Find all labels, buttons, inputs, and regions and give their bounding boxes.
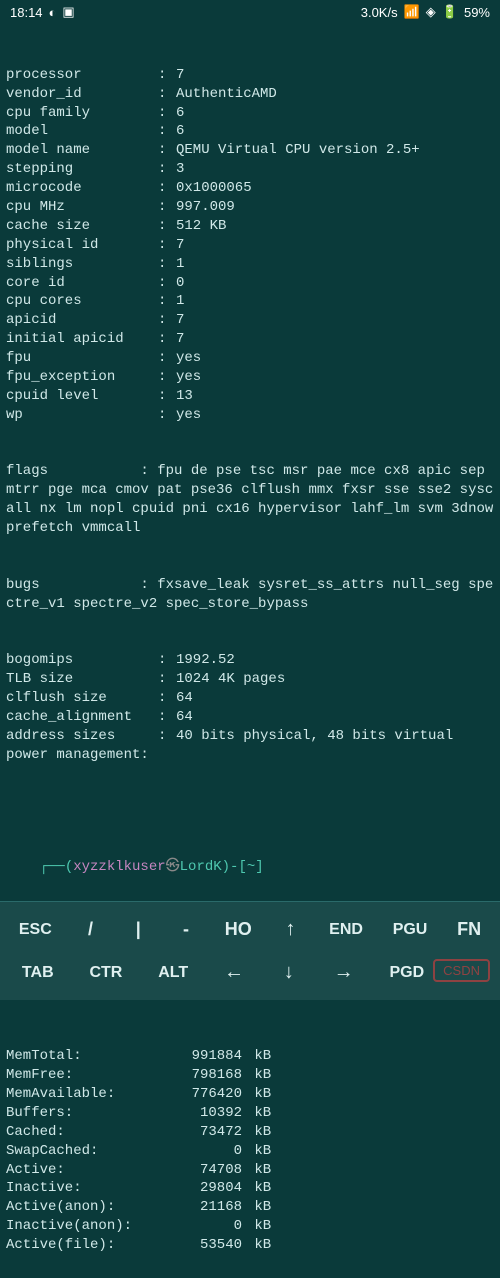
prompt-line: ┌──(xyzzklkuser㉿LordK)-[~]: [6, 839, 494, 896]
kb-key-|[interactable]: |: [123, 915, 153, 944]
kb-key-alt[interactable]: ALT: [152, 960, 194, 986]
signal-icon: 📶: [404, 4, 420, 20]
battery-pct: 59%: [464, 5, 490, 20]
meminfo-row: Inactive(anon):0 kB: [6, 1217, 494, 1236]
cpuinfo-row: microcode: 0x1000065: [6, 179, 494, 198]
soft-keyboard: ESC / |-HO ↑ END PGU FN TAB CTR ALT ← ↓ → PGD: [0, 901, 500, 1000]
terminal-output[interactable]: processor: 7vendor_id: AuthenticAMDcpu f…: [0, 24, 500, 1278]
meminfo-row: MemAvailable:776420 kB: [6, 1085, 494, 1104]
cpuinfo-row: clflush size: 64: [6, 689, 494, 708]
cpuinfo-row: fpu: yes: [6, 349, 494, 368]
kb-key-↑[interactable]: ↑: [275, 914, 305, 945]
cpuinfo-row: cpu cores: 1: [6, 292, 494, 311]
meminfo-row: MemFree:798168 kB: [6, 1066, 494, 1085]
flags-row: flags : fpu de pse tsc msr pae mce cx8 a…: [6, 462, 494, 538]
meminfo-row: Buffers:10392 kB: [6, 1104, 494, 1123]
kb-key-ctr[interactable]: CTR: [83, 960, 128, 986]
cpuinfo-row: cpu family: 6: [6, 104, 494, 123]
kb-key-↓[interactable]: ↓: [274, 957, 304, 988]
status-icon-2: ▣: [62, 4, 74, 20]
cpuinfo-row: vendor_id: AuthenticAMD: [6, 85, 494, 104]
cpuinfo-row: cache size: 512 KB: [6, 217, 494, 236]
status-time: 18:14: [10, 5, 43, 20]
kb-key-ho[interactable]: HO: [219, 915, 258, 944]
meminfo-row: SwapCached:0 kB: [6, 1142, 494, 1161]
kb-key--[interactable]: -: [171, 915, 201, 944]
meminfo-row: Active(anon):21168 kB: [6, 1198, 494, 1217]
cpuinfo-row: cpuid level: 13: [6, 387, 494, 406]
meminfo-row: MemTotal:991884 kB: [6, 1047, 494, 1066]
cpuinfo-row: model: 6: [6, 122, 494, 141]
cpuinfo-row: bogomips: 1992.52: [6, 651, 494, 670]
kb-key-pgu[interactable]: PGU: [387, 917, 434, 943]
kb-key-end[interactable]: END: [323, 917, 369, 943]
battery-icon: 🔋: [442, 4, 458, 20]
kb-key-fn[interactable]: FN: [451, 915, 487, 944]
net-speed: 3.0K/s: [361, 5, 398, 20]
cpuinfo-row: fpu_exception: yes: [6, 368, 494, 387]
cpuinfo-row: apicid: 7: [6, 311, 494, 330]
cpuinfo-row: cpu MHz: 997.009: [6, 198, 494, 217]
meminfo-row: Inactive:29804 kB: [6, 1179, 494, 1198]
meminfo-row: Cached:73472 kB: [6, 1123, 494, 1142]
status-icon-1: ◐: [49, 5, 57, 20]
kb-key-esc[interactable]: ESC: [13, 917, 58, 943]
cpuinfo-row: TLB size: 1024 4K pages: [6, 670, 494, 689]
kb-key-tab[interactable]: TAB: [16, 960, 60, 986]
kb-key-→[interactable]: →: [328, 957, 360, 988]
kb-key-pgd[interactable]: PGD: [384, 960, 431, 986]
cpuinfo-row: physical id: 7: [6, 236, 494, 255]
cpuinfo-row: stepping: 3: [6, 160, 494, 179]
kb-key-←[interactable]: ←: [218, 957, 250, 988]
watermark: CSDN: [433, 959, 490, 982]
cpuinfo-row: wp: yes: [6, 406, 494, 425]
meminfo-row: Active:74708 kB: [6, 1161, 494, 1180]
cpuinfo-row: power management:: [6, 746, 494, 765]
cpuinfo-row: address sizes: 40 bits physical, 48 bits…: [6, 727, 494, 746]
cpuinfo-row: cache_alignment: 64: [6, 708, 494, 727]
cpuinfo-row: siblings: 1: [6, 255, 494, 274]
cpuinfo-row: core id: 0: [6, 274, 494, 293]
cpuinfo-row: processor: 7: [6, 66, 494, 85]
cpuinfo-row: initial apicid: 7: [6, 330, 494, 349]
bugs-row: bugs : fxsave_leak sysret_ss_attrs null_…: [6, 576, 494, 614]
status-bar: 18:14 ◐ ▣ 3.0K/s 📶 ◈ 🔋 59%: [0, 0, 500, 24]
wifi-icon: ◈: [426, 4, 436, 20]
cpuinfo-row: model name: QEMU Virtual CPU version 2.5…: [6, 141, 494, 160]
meminfo-row: Active(file):53540 kB: [6, 1236, 494, 1255]
kb-key-/[interactable]: /: [76, 915, 106, 944]
